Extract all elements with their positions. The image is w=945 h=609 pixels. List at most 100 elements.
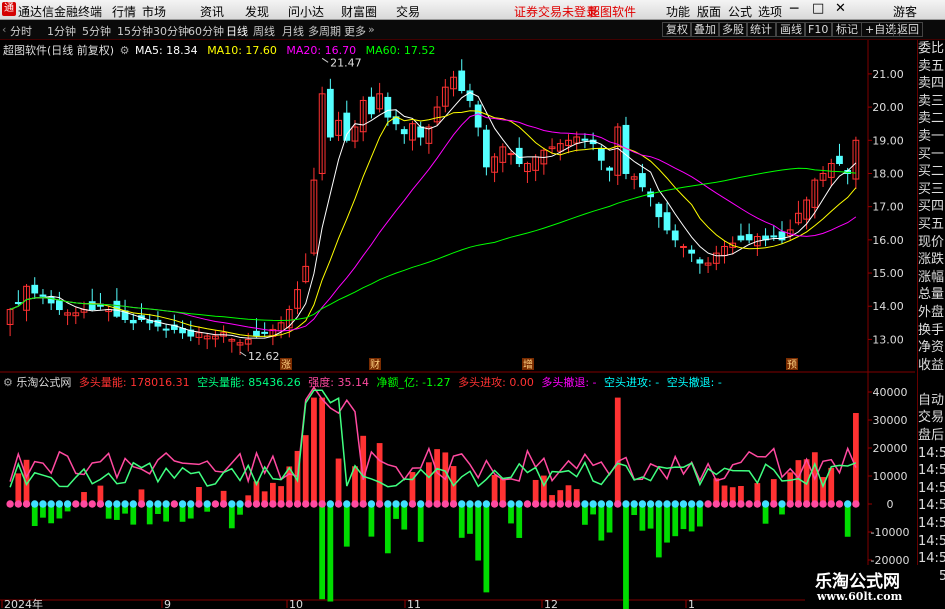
period-tab-60min[interactable]: 60分钟 bbox=[188, 23, 224, 39]
ma10-line bbox=[9, 110, 857, 337]
draw-line-button[interactable]: 画线 bbox=[776, 22, 806, 37]
menu-item-news[interactable]: 资讯 bbox=[200, 3, 224, 20]
guest-label[interactable]: 游客 bbox=[893, 3, 917, 20]
zero-line-dot bbox=[835, 500, 844, 508]
period-tab-weekly[interactable]: 周线 bbox=[253, 23, 275, 39]
zero-line-dot bbox=[794, 500, 803, 508]
bull-retreat-label: 多头撤退: - bbox=[541, 376, 597, 389]
zero-line-dot bbox=[819, 500, 827, 508]
adjust-button[interactable]: 复权 bbox=[662, 22, 692, 37]
mark-button[interactable]: 标记 bbox=[832, 22, 862, 37]
y-tick-label: 15.00 bbox=[872, 267, 904, 280]
indicator-gear-icon[interactable]: ⚙ bbox=[3, 376, 13, 389]
zero-line-dot bbox=[827, 500, 835, 508]
close-icon[interactable]: ✕ bbox=[835, 1, 846, 16]
zero-line-dot bbox=[88, 500, 96, 508]
maximize-icon[interactable]: □ bbox=[812, 1, 824, 16]
bull-volume-bar bbox=[311, 397, 317, 504]
period-tab-1min[interactable]: 1分钟 bbox=[47, 23, 76, 39]
bear-volume-bar bbox=[844, 504, 851, 537]
toolbar-arrow-icon[interactable]: ‹ bbox=[2, 23, 6, 36]
more-dropdown-icon[interactable]: » bbox=[368, 23, 375, 36]
strength-line bbox=[9, 385, 857, 484]
zero-line-dot bbox=[425, 500, 433, 508]
zero-line-dot bbox=[474, 500, 482, 508]
zero-line-dot bbox=[326, 500, 335, 508]
zero-line-dot bbox=[441, 500, 450, 508]
zero-line-dot bbox=[31, 500, 39, 508]
settings-gear-icon[interactable]: ⚙ bbox=[120, 44, 130, 57]
menu-item-wealth[interactable]: 财富圈 bbox=[341, 3, 377, 20]
chart-area[interactable]: 21.00 20.00 19.00 18.00 17.00 16.00 15.00 14.00… bbox=[0, 40, 915, 609]
zero-line-dot bbox=[540, 500, 548, 508]
x-tick-label: 10 bbox=[289, 598, 303, 609]
menu-item-function[interactable]: 功能 bbox=[666, 3, 690, 20]
period-tab-15min[interactable]: 15分钟 bbox=[117, 23, 153, 39]
candle-body bbox=[688, 249, 696, 254]
period-tab-monthly[interactable]: 月线 bbox=[282, 23, 304, 39]
side-panel-item: 买四 bbox=[918, 199, 945, 215]
candle-body bbox=[597, 148, 605, 161]
back-button[interactable]: 返回 bbox=[893, 22, 923, 37]
bear-volume-bar bbox=[327, 504, 334, 602]
bear-volume-bar bbox=[664, 504, 670, 543]
menu-item-trade[interactable]: 交易 bbox=[396, 3, 420, 20]
period-tab-multi[interactable]: 多周期 bbox=[308, 23, 341, 39]
menu-item-options[interactable]: 选项 bbox=[758, 3, 782, 20]
zero-line-dot bbox=[228, 500, 236, 508]
menu-item-quotes[interactable]: 行情 bbox=[112, 3, 136, 20]
menu-item-discover[interactable]: 发现 bbox=[245, 3, 269, 20]
menu-item-layout[interactable]: 版面 bbox=[697, 3, 721, 20]
side-panel-item: 14:56 bbox=[918, 516, 945, 532]
quote-side-panel[interactable]: 委比 卖五 卖四 卖三 卖二 卖一 买一 买二 买三 买四 买五 现价 涨跌 涨幅 总量 外盘 换手 净资 收益 自动… bbox=[917, 40, 945, 609]
candle-body bbox=[261, 331, 269, 334]
ma10-label: MA10: 17.60 bbox=[207, 44, 277, 57]
bear-volume-bar bbox=[623, 504, 629, 609]
zero-line-dot bbox=[802, 500, 811, 508]
zero-line-dot bbox=[712, 500, 720, 508]
statistics-button[interactable]: 统计 bbox=[746, 22, 776, 37]
candle-body bbox=[671, 230, 679, 241]
minimize-icon[interactable]: ─ bbox=[790, 1, 798, 17]
menu-item-formula[interactable]: 公式 bbox=[728, 3, 752, 20]
menu-item-ask[interactable]: 问小达 bbox=[288, 3, 324, 20]
y-tick-label: 20.00 bbox=[872, 101, 904, 114]
bear-volume-bar bbox=[343, 504, 350, 547]
login-warning[interactable]: 证券交易未登录 bbox=[514, 3, 598, 20]
candle-body bbox=[663, 212, 671, 231]
zero-line-dot bbox=[408, 500, 417, 508]
f10-button[interactable]: F10 bbox=[804, 22, 833, 37]
zero-line-dot bbox=[564, 500, 573, 508]
candle-body bbox=[483, 129, 490, 168]
zero-line-dot bbox=[614, 500, 622, 508]
period-toolbar: ‹ 分时 1分钟 5分钟 15分钟 30分钟 60分钟 日线 周线 月线 多周期… bbox=[0, 20, 945, 40]
zero-line-dot bbox=[786, 500, 794, 508]
ma60-line bbox=[9, 167, 856, 322]
zero-line-dot bbox=[531, 500, 540, 508]
multi-stock-button[interactable]: 多股 bbox=[718, 22, 748, 37]
menu-item-market[interactable]: 市场 bbox=[142, 3, 166, 20]
kline-chart[interactable]: 21.00 20.00 19.00 18.00 17.00 16.00 15.00 14.00… bbox=[0, 40, 915, 609]
overlay-button[interactable]: 叠加 bbox=[690, 22, 720, 37]
zero-line-dot bbox=[507, 500, 515, 508]
zero-line-dot bbox=[72, 500, 80, 508]
period-tab-more[interactable]: 更多 bbox=[344, 23, 366, 39]
bull-volume-bar bbox=[499, 477, 506, 504]
zero-line-dot bbox=[63, 500, 72, 508]
chart-header: 超图软件(日线 前复权) bbox=[3, 44, 115, 57]
side-panel-item: 14:56 bbox=[918, 480, 945, 496]
bear-volume-bar bbox=[655, 504, 662, 558]
y-tick-label: 19.00 bbox=[872, 134, 904, 147]
bull-volume-bar bbox=[335, 458, 342, 504]
zero-line-dot bbox=[96, 500, 105, 508]
bear-attack-label: 空头进攻: - bbox=[604, 376, 660, 389]
period-tab-5min[interactable]: 5分钟 bbox=[82, 23, 111, 39]
zero-line-dot bbox=[187, 500, 195, 508]
period-tab-intraday[interactable]: 分时 bbox=[10, 23, 32, 39]
event-marker: 财 bbox=[370, 358, 380, 371]
side-panel-item: 卖五 bbox=[918, 58, 945, 74]
zero-line-dot bbox=[6, 500, 14, 508]
zero-line-dot bbox=[219, 500, 228, 508]
period-tab-daily[interactable]: 日线 bbox=[226, 23, 248, 39]
period-tab-30min[interactable]: 30分钟 bbox=[153, 23, 189, 39]
